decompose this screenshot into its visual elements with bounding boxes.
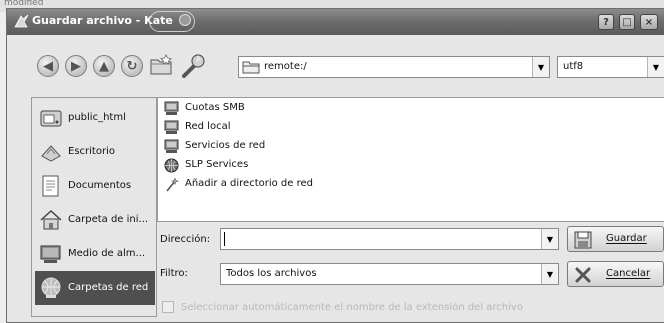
chevron-down-icon[interactable]: ▼ — [532, 57, 549, 77]
place-item-public-html[interactable]: public_html — [35, 101, 155, 135]
background-app-text: modified — [4, 0, 44, 8]
up-icon[interactable]: ▲ — [93, 55, 115, 77]
close-button[interactable]: × — [640, 14, 658, 30]
save-icon — [574, 231, 592, 249]
file-label: Añadir a directorio de red — [185, 178, 313, 189]
place-label: Carpeta de ini... — [68, 214, 149, 225]
guardar-label: Guardar — [606, 233, 647, 244]
computer-icon — [164, 139, 179, 153]
chevron-down-icon[interactable]: ▼ — [541, 229, 558, 249]
desktop-icon — [41, 145, 61, 162]
chevron-down-icon[interactable]: ▼ — [541, 264, 558, 284]
place-label: Medio de alm... — [68, 248, 146, 259]
file-list[interactable]: Cuotas SMB Red local Servicios de red SL… — [157, 97, 664, 222]
sticky-icon[interactable] — [179, 14, 191, 26]
place-label: public_html — [68, 112, 126, 123]
kate-app-icon — [14, 14, 29, 28]
home-icon — [40, 209, 62, 230]
storage-icon — [40, 245, 61, 263]
help-button[interactable]: ? — [598, 14, 614, 30]
title-bar[interactable]: Guardar archivo - Kate ? □ × — [7, 9, 664, 35]
cancelar-button[interactable]: Cancelar — [567, 261, 664, 287]
cancel-icon — [575, 267, 591, 283]
place-item-carpetas-de-red[interactable]: Carpetas de red — [35, 271, 155, 305]
place-item-medio-de-almacenamiento[interactable]: Medio de alm... — [35, 237, 155, 271]
computer-icon — [164, 101, 179, 115]
new-folder-icon[interactable] — [149, 53, 175, 77]
network-folder-icon — [41, 277, 61, 298]
place-label: Documentos — [68, 180, 132, 191]
encoding-value: utf8 — [563, 61, 584, 72]
place-item-escritorio[interactable]: Escritorio — [35, 135, 155, 169]
file-label: Servicios de red — [185, 140, 266, 151]
direccion-label: Dirección: — [160, 234, 211, 245]
file-label: Red local — [185, 121, 231, 132]
save-file-dialog: Guardar archivo - Kate ? □ × ◀ ▶ ▲ ↻ rem… — [6, 8, 664, 323]
location-combo[interactable]: remote:/ ▼ — [238, 56, 550, 78]
documents-icon — [42, 175, 59, 197]
cancelar-label: Cancelar — [606, 268, 651, 279]
text-cursor — [224, 232, 225, 246]
location-value: remote:/ — [264, 61, 307, 72]
filtro-value: Todos los archivos — [226, 268, 317, 279]
places-panel: public_html Escritorio Documentos Carpet… — [31, 97, 157, 317]
place-item-documentos[interactable]: Documentos — [35, 169, 155, 203]
auto-extension-checkbox[interactable] — [162, 301, 174, 313]
chevron-down-icon[interactable]: ▼ — [647, 57, 664, 77]
back-icon[interactable]: ◀ — [37, 55, 59, 77]
forward-icon[interactable]: ▶ — [65, 55, 87, 77]
file-label: Cuotas SMB — [185, 102, 245, 113]
filtro-combo[interactable]: Todos los archivos ▼ — [220, 263, 559, 285]
maximize-button[interactable]: □ — [619, 14, 635, 30]
direccion-input[interactable]: ▼ — [220, 228, 559, 250]
wrench-icon[interactable] — [179, 52, 207, 80]
auto-extension-label: Seleccionar automáticamente el nombre de… — [181, 302, 523, 313]
guardar-button[interactable]: Guardar — [567, 226, 664, 252]
place-label: Carpetas de red — [68, 282, 149, 293]
folder-icon — [242, 61, 260, 74]
computer-icon — [164, 120, 179, 134]
wand-icon — [166, 177, 179, 192]
drive-icon — [40, 110, 62, 127]
place-label: Escritorio — [68, 146, 115, 157]
encoding-combo[interactable]: utf8 ▼ — [557, 56, 664, 78]
reload-icon[interactable]: ↻ — [121, 55, 143, 77]
file-label: SLP Services — [185, 159, 249, 170]
globe-icon — [164, 158, 179, 173]
filtro-label: Filtro: — [160, 268, 188, 279]
place-item-carpeta-de-inicio[interactable]: Carpeta de ini... — [35, 203, 155, 237]
